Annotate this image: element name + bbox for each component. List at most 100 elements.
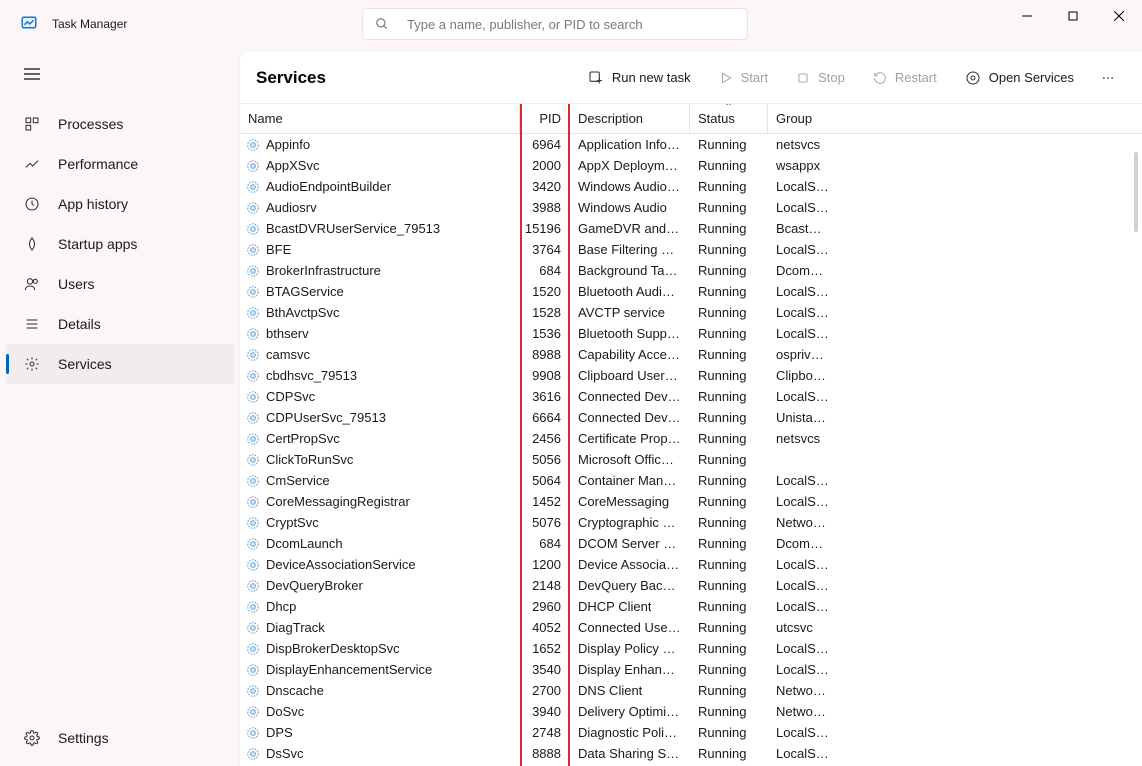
scrollbar[interactable] (1134, 152, 1138, 232)
table-row[interactable]: bthserv1536Bluetooth Suppo…RunningLocalS… (240, 323, 1142, 344)
service-desc: DNS Client (578, 683, 642, 698)
more-button[interactable] (1090, 60, 1126, 96)
service-desc: Device Associati… (578, 557, 681, 572)
app-history-icon (22, 196, 42, 212)
hamburger-button[interactable] (12, 56, 52, 92)
maximize-button[interactable] (1050, 0, 1096, 32)
restart-button[interactable]: Restart (861, 60, 949, 96)
table-row[interactable]: DispBrokerDesktopSvc1652Display Policy S… (240, 638, 1142, 659)
table-row[interactable]: DoSvc3940Delivery Optimiz…RunningNetwork… (240, 701, 1142, 722)
close-button[interactable] (1096, 0, 1142, 32)
table-row[interactable]: CertPropSvc2456Certificate Propa…Running… (240, 428, 1142, 449)
search-placeholder: Type a name, publisher, or PID to search (407, 17, 643, 32)
run-new-task-button[interactable]: Run new task (576, 60, 703, 96)
title-bar: Task Manager Type a name, publisher, or … (0, 0, 1142, 48)
sort-asc-icon: ⌃ (724, 104, 732, 113)
table-row[interactable]: CoreMessagingRegistrar1452CoreMessagingR… (240, 491, 1142, 512)
table-row[interactable]: BcastDVRUserService_7951315196GameDVR an… (240, 218, 1142, 239)
service-icon (246, 516, 260, 530)
sidebar-item-services[interactable]: Services (6, 344, 234, 384)
sidebar-item-performance[interactable]: Performance (6, 144, 234, 184)
service-pid: 2148 (520, 575, 570, 596)
table-row[interactable]: DiagTrack4052Connected User …Runningutcs… (240, 617, 1142, 638)
table-row[interactable]: DeviceAssociationService1200Device Assoc… (240, 554, 1142, 575)
services-icon (965, 70, 981, 86)
service-group: DcomLau… (776, 263, 829, 278)
service-desc: Delivery Optimiz… (578, 704, 681, 719)
service-desc: Connected Devic… (578, 389, 681, 404)
table-row[interactable]: BrokerInfrastructure684Background Tas…Ru… (240, 260, 1142, 281)
service-name: DPS (266, 725, 293, 740)
table-row[interactable]: DsSvc8888Data Sharing Se…RunningLocalSys… (240, 743, 1142, 764)
table-row[interactable]: Dnscache2700DNS ClientRunningNetworkS… (240, 680, 1142, 701)
service-desc: Bluetooth Suppo… (578, 326, 681, 341)
table-row[interactable]: CDPUserSvc_795136664Connected Devic…Runn… (240, 407, 1142, 428)
table-row[interactable]: AppXSvc2000AppX Deployme…Runningwsappx (240, 155, 1142, 176)
details-icon (22, 316, 42, 332)
table-row[interactable]: DisplayEnhancementService3540Display Enh… (240, 659, 1142, 680)
service-name: cbdhsvc_79513 (266, 368, 357, 383)
service-icon (246, 621, 260, 635)
table-row[interactable]: CryptSvc5076Cryptographic S…RunningNetwo… (240, 512, 1142, 533)
table-row[interactable]: Appinfo6964Application Infor…Runningnets… (240, 134, 1142, 155)
service-status: Running (690, 407, 768, 428)
column-name[interactable]: Name (240, 104, 520, 133)
sidebar-item-users[interactable]: Users (6, 264, 234, 304)
table-row[interactable]: AudioEndpointBuilder3420Windows Audio …R… (240, 176, 1142, 197)
table-row[interactable]: Audiosrv3988Windows AudioRunningLocalSer… (240, 197, 1142, 218)
start-button[interactable]: Start (707, 60, 780, 96)
service-name: DsSvc (266, 746, 304, 761)
open-services-button[interactable]: Open Services (953, 60, 1086, 96)
service-icon (246, 642, 260, 656)
service-name: BTAGService (266, 284, 344, 299)
table-row[interactable]: DevQueryBroker2148DevQuery Backg…Running… (240, 575, 1142, 596)
service-group: NetworkS… (776, 704, 829, 719)
table-row[interactable]: CDPSvc3616Connected Devic…RunningLocalSe… (240, 386, 1142, 407)
sidebar-item-settings[interactable]: Settings (6, 718, 234, 758)
stop-button[interactable]: Stop (784, 60, 857, 96)
table-row[interactable]: BthAvctpSvc1528AVCTP serviceRunningLocal… (240, 302, 1142, 323)
sidebar-item-label: Settings (58, 730, 109, 746)
service-icon (246, 348, 260, 362)
service-status: Running (690, 260, 768, 281)
service-name: bthserv (266, 326, 309, 341)
sidebar-item-processes[interactable]: Processes (6, 104, 234, 144)
table-row[interactable]: DcomLaunch684DCOM Server Pr…RunningDcomL… (240, 533, 1142, 554)
sidebar-item-label: Users (58, 276, 95, 292)
service-status: Running (690, 491, 768, 512)
service-name: Dnscache (266, 683, 324, 698)
service-icon (246, 390, 260, 404)
service-group: utcsvc (776, 620, 813, 635)
table-row[interactable]: Dhcp2960DHCP ClientRunningLocalServ… (240, 596, 1142, 617)
page-title: Services (256, 68, 576, 88)
column-status[interactable]: ⌃Status (690, 104, 768, 133)
column-pid[interactable]: PID (520, 104, 570, 133)
table-row[interactable]: CmService5064Container Mana…RunningLocal… (240, 470, 1142, 491)
table-row[interactable]: BTAGService1520Bluetooth Audio …RunningL… (240, 281, 1142, 302)
service-pid: 2960 (520, 596, 570, 617)
table-row[interactable]: DPS2748Diagnostic Polic…RunningLocalServ… (240, 722, 1142, 743)
service-desc: Data Sharing Se… (578, 746, 681, 761)
service-pid: 3420 (520, 176, 570, 197)
service-pid: 1536 (520, 323, 570, 344)
table-row[interactable]: camsvc8988Capability Acces…Runningospriv… (240, 344, 1142, 365)
service-group: osprivacy (776, 347, 829, 362)
service-icon (246, 327, 260, 341)
service-status: Running (690, 176, 768, 197)
table-row[interactable]: ClickToRunSvc5056Microsoft Office…Runnin… (240, 449, 1142, 470)
service-pid: 4052 (520, 617, 570, 638)
run-task-icon (588, 70, 604, 86)
sidebar-item-startup-apps[interactable]: Startup apps (6, 224, 234, 264)
service-desc: Base Filtering En… (578, 242, 681, 257)
service-name: DiagTrack (266, 620, 325, 635)
service-icon (246, 369, 260, 383)
minimize-button[interactable] (1004, 0, 1050, 32)
sidebar-item-app-history[interactable]: App history (6, 184, 234, 224)
service-group: BcastDVR… (776, 221, 829, 236)
table-row[interactable]: cbdhsvc_795139908Clipboard User …Running… (240, 365, 1142, 386)
column-description[interactable]: Description (570, 104, 690, 133)
search-input[interactable]: Type a name, publisher, or PID to search (362, 8, 748, 40)
sidebar-item-details[interactable]: Details (6, 304, 234, 344)
table-row[interactable]: BFE3764Base Filtering En…RunningLocalSer… (240, 239, 1142, 260)
column-group[interactable]: Group (768, 104, 838, 133)
